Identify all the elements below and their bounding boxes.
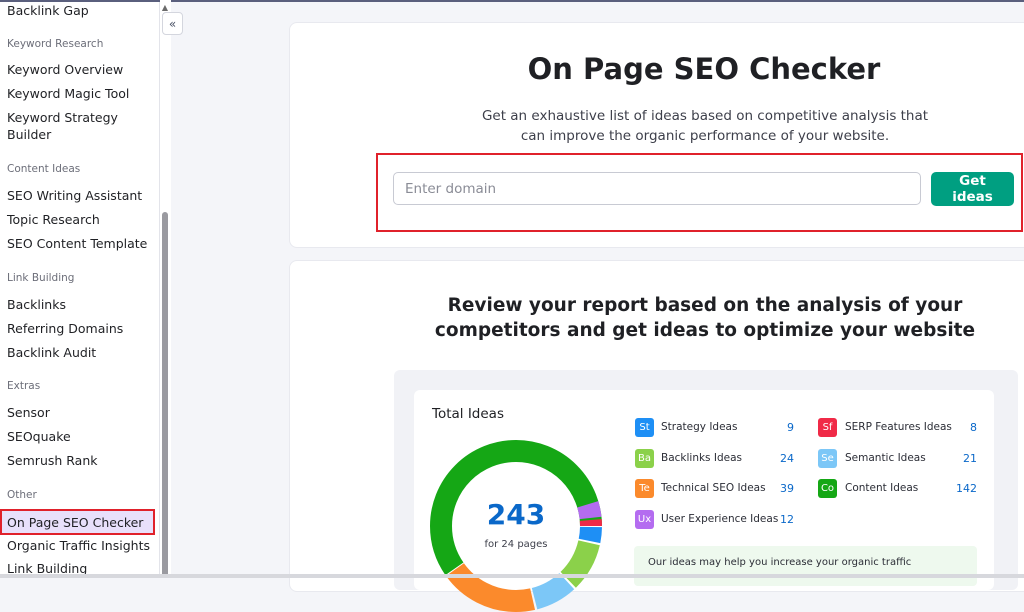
sidebar-header-other: Other [7, 489, 37, 501]
report-heading: Review your report based on the analysis… [434, 295, 976, 341]
total-ideas-label: Total Ideas [432, 406, 504, 422]
sidebar-item-semrush-rank[interactable]: Semrush Rank [7, 452, 155, 469]
backlinks-ideas-badge: Ba [635, 449, 654, 468]
serp-features-ideas-count[interactable]: 8 [947, 421, 977, 434]
technical-seo-ideas-badge: Te [635, 479, 654, 498]
total-ideas-pages: for 24 pages [484, 539, 548, 550]
sidebar-header-keyword-research: Keyword Research [7, 38, 104, 50]
collapse-sidebar-button[interactable]: « [162, 12, 183, 35]
user-experience-ideas-count[interactable]: 12 [764, 513, 794, 526]
sidebar-item-topic-research[interactable]: Topic Research [7, 211, 155, 228]
semantic-ideas-badge: Se [818, 449, 837, 468]
sidebar-item-seoquake[interactable]: SEOquake [7, 428, 155, 445]
strategy-ideas-label: Strategy Ideas [661, 421, 738, 433]
sidebar-item-sensor[interactable]: Sensor [7, 404, 155, 421]
sidebar-item-label: On Page SEO Checker [7, 515, 144, 530]
sidebar: Backlink Gap Keyword Research Keyword Ov… [0, 2, 160, 578]
technical-seo-ideas-count[interactable]: 39 [764, 482, 794, 495]
window-bottom-border [0, 574, 1024, 578]
sidebar-item-on-page-seo-checker[interactable]: On Page SEO Checker [0, 509, 155, 535]
sidebar-item-referring-domains[interactable]: Referring Domains [7, 320, 155, 337]
get-ideas-button[interactable]: Get ideas [931, 172, 1014, 206]
content-ideas-count[interactable]: 142 [947, 482, 977, 495]
content-ideas-badge: Co [818, 479, 837, 498]
sidebar-item-backlinks[interactable]: Backlinks [7, 296, 155, 313]
sidebar-item-organic-traffic-insights[interactable]: Organic Traffic Insights [7, 537, 155, 554]
strategy-ideas-count[interactable]: 9 [764, 421, 794, 434]
total-ideas-count: 243 [486, 498, 546, 531]
semantic-ideas-count[interactable]: 21 [947, 452, 977, 465]
sidebar-item-keyword-magic-tool[interactable]: Keyword Magic Tool [7, 85, 155, 102]
sidebar-header-link-building: Link Building [7, 272, 75, 284]
sidebar-item-keyword-overview[interactable]: Keyword Overview [7, 61, 155, 78]
sidebar-item-keyword-strategy-builder[interactable]: Keyword Strategy Builder [7, 109, 127, 143]
scroll-up-arrow-icon[interactable]: ▲ [160, 3, 170, 12]
traffic-note-text: Our ideas may help you increase your org… [648, 557, 912, 568]
sidebar-scrollbar-thumb[interactable] [162, 212, 168, 578]
user-experience-ideas-badge: Ux [635, 510, 654, 529]
serp-features-ideas-label: SERP Features Ideas [845, 421, 952, 433]
strategy-ideas-badge: St [635, 418, 654, 437]
domain-input[interactable] [393, 172, 921, 205]
sidebar-item-backlink-audit[interactable]: Backlink Audit [7, 344, 155, 361]
sidebar-item-backlink-gap[interactable]: Backlink Gap [7, 2, 155, 19]
semantic-ideas-label: Semantic Ideas [845, 452, 926, 464]
double-chevron-left-icon: « [168, 16, 177, 31]
sidebar-item-seo-content-template[interactable]: SEO Content Template [7, 235, 155, 252]
backlinks-ideas-count[interactable]: 24 [764, 452, 794, 465]
user-experience-ideas-label: User Experience Ideas [661, 513, 779, 525]
technical-seo-ideas-label: Technical SEO Ideas [661, 482, 766, 494]
backlinks-ideas-label: Backlinks Ideas [661, 452, 742, 464]
sidebar-header-content-ideas: Content Ideas [7, 163, 81, 175]
sidebar-item-seo-writing-assistant[interactable]: SEO Writing Assistant [7, 187, 155, 204]
content-ideas-label: Content Ideas [845, 482, 919, 494]
page-title: On Page SEO Checker [527, 52, 881, 86]
traffic-note-banner: Our ideas may help you increase your org… [634, 546, 977, 586]
sidebar-header-extras: Extras [7, 380, 41, 392]
page-subtitle: Get an exhaustive list of ideas based on… [481, 108, 929, 144]
serp-features-ideas-badge: Sf [818, 418, 837, 437]
